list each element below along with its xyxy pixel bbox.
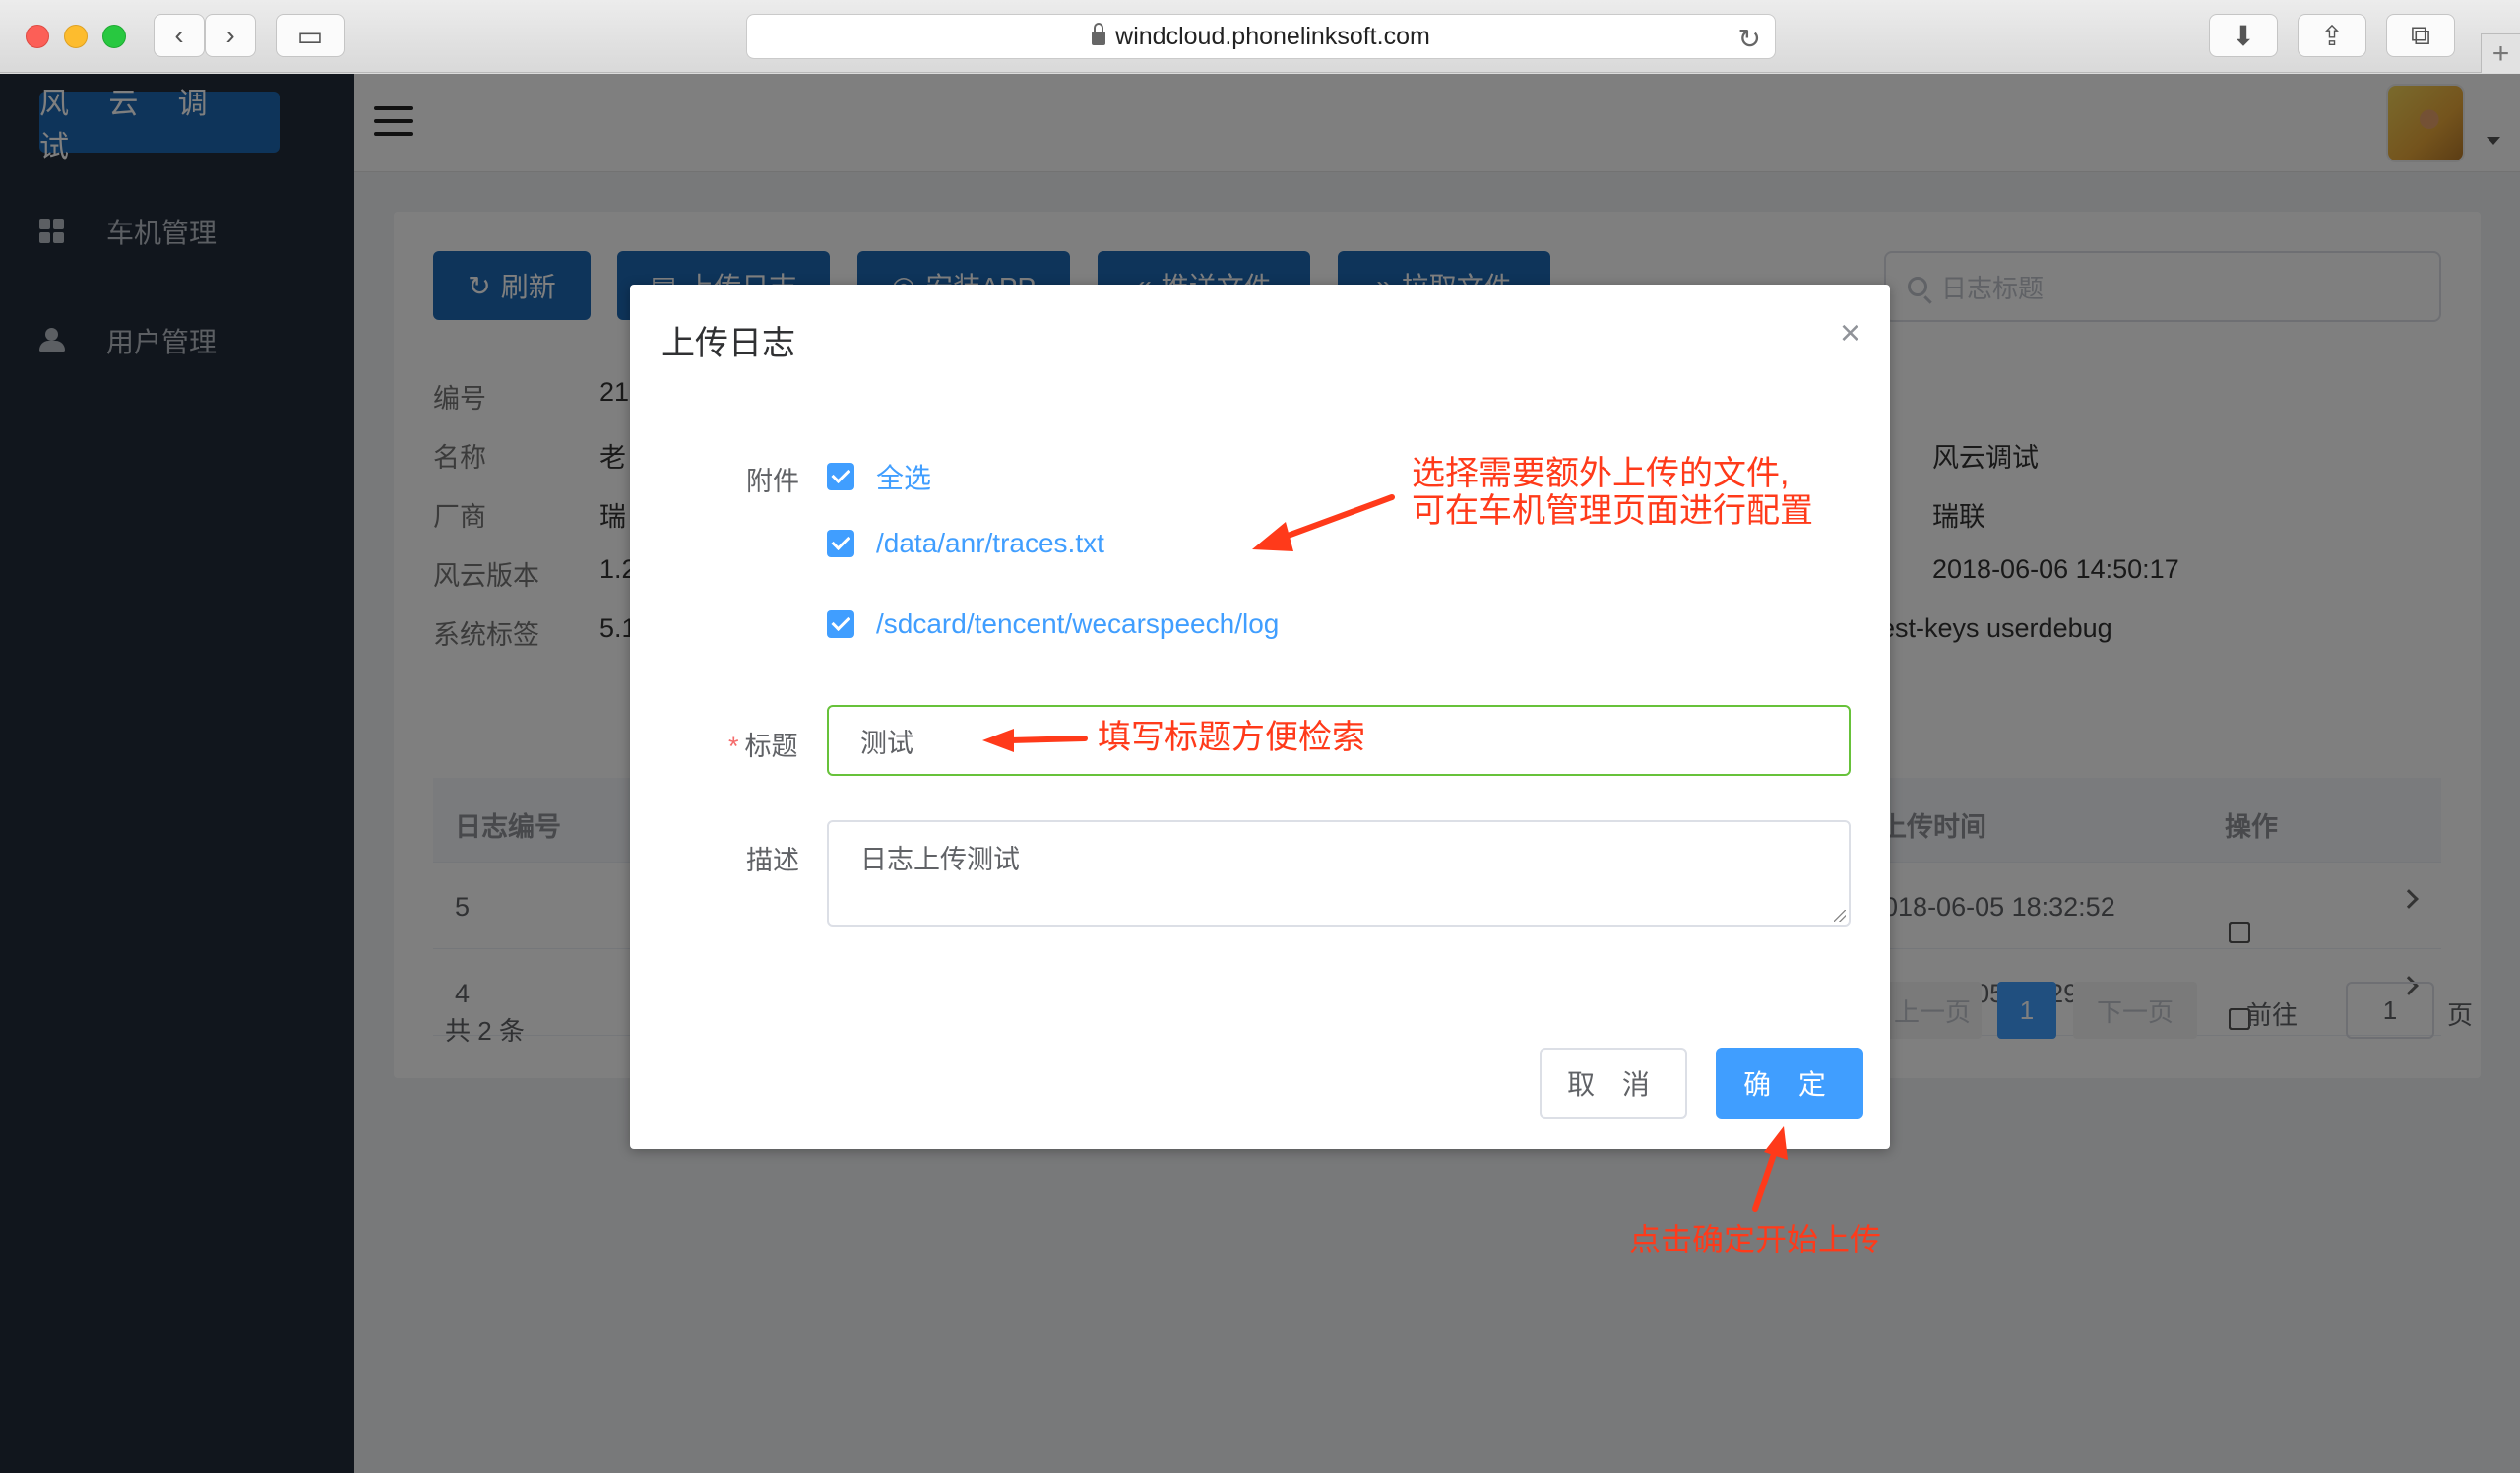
browser-toolbar: ‹ › ▭ windcloud.phonelinksoft.com ↻ ⬇ ⇪ … <box>0 0 2520 73</box>
plus-icon: + <box>2491 36 2510 70</box>
address-bar[interactable]: windcloud.phonelinksoft.com ↻ <box>746 14 1776 59</box>
description-label: 描述 <box>746 846 799 875</box>
share-button[interactable]: ⇪ <box>2298 14 2366 57</box>
title-input-value: 测试 <box>860 728 914 758</box>
download-icon: ⬇ <box>2232 20 2255 51</box>
confirm-button[interactable]: 确 定 <box>1716 1048 1863 1119</box>
cancel-label: 取 消 <box>1567 1069 1660 1100</box>
forward-button[interactable]: › <box>205 14 256 57</box>
annotation-title-note: 填写标题方便检索 <box>1098 719 1365 756</box>
sidebar-toggle-button[interactable]: ▭ <box>276 14 345 57</box>
close-window-button[interactable] <box>26 25 49 48</box>
annotation-files-note: 选择需要额外上传的文件, 可在车机管理页面进行配置 <box>1412 455 1813 530</box>
back-button[interactable]: ‹ <box>154 14 205 57</box>
attachment-label: 附件 <box>746 467 799 496</box>
zoom-window-button[interactable] <box>102 25 126 48</box>
title-label: * 标题 <box>728 725 798 763</box>
file-path-label: /sdcard/tencent/wecarspeech/log <box>876 608 1280 639</box>
file-checkbox-traces[interactable]: /data/anr/traces.txt <box>827 528 1104 559</box>
minimize-window-button[interactable] <box>64 25 88 48</box>
select-all-label: 全选 <box>876 463 932 493</box>
downloads-button[interactable]: ⬇ <box>2209 14 2278 57</box>
cancel-button[interactable]: 取 消 <box>1540 1048 1687 1119</box>
url-text: windcloud.phonelinksoft.com <box>1115 22 1430 50</box>
file-checkbox-wecarspeech[interactable]: /sdcard/tencent/wecarspeech/log <box>827 608 1279 640</box>
annotation-files-line2: 可在车机管理页面进行配置 <box>1412 492 1813 530</box>
share-icon: ⇪ <box>2320 20 2344 51</box>
annotation-files-line1: 选择需要额外上传的文件, <box>1412 455 1790 492</box>
title-label-text: 标题 <box>744 732 798 761</box>
sidebar-icon: ▭ <box>296 20 324 51</box>
description-value: 日志上传测试 <box>860 845 1020 874</box>
annotation-confirm-note: 点击确定开始上传 <box>1629 1222 1882 1257</box>
checkbox-checked-icon <box>827 610 854 638</box>
new-tab-button[interactable]: + <box>2481 33 2520 73</box>
dialog-title: 上传日志 <box>662 325 795 362</box>
tabs-overview-button[interactable]: ⧉ <box>2386 14 2455 57</box>
checkbox-checked-icon <box>827 463 854 490</box>
file-path-label: /data/anr/traces.txt <box>876 528 1104 558</box>
close-icon[interactable]: × <box>1840 312 1860 353</box>
reload-icon[interactable]: ↻ <box>1738 23 1761 55</box>
chevron-left-icon: ‹ <box>174 20 184 50</box>
lock-icon <box>1092 23 1106 45</box>
tabs-icon: ⧉ <box>2411 19 2430 50</box>
chevron-right-icon: › <box>225 20 235 50</box>
required-mark: * <box>728 732 739 761</box>
select-all-checkbox[interactable]: 全选 <box>827 457 931 496</box>
upload-log-dialog: 上传日志 × 附件 全选 /data/anr/traces.txt /sdcar… <box>630 285 1890 1149</box>
confirm-label: 确 定 <box>1743 1069 1836 1100</box>
checkbox-checked-icon <box>827 530 854 557</box>
description-textarea[interactable]: 日志上传测试 <box>827 820 1851 927</box>
